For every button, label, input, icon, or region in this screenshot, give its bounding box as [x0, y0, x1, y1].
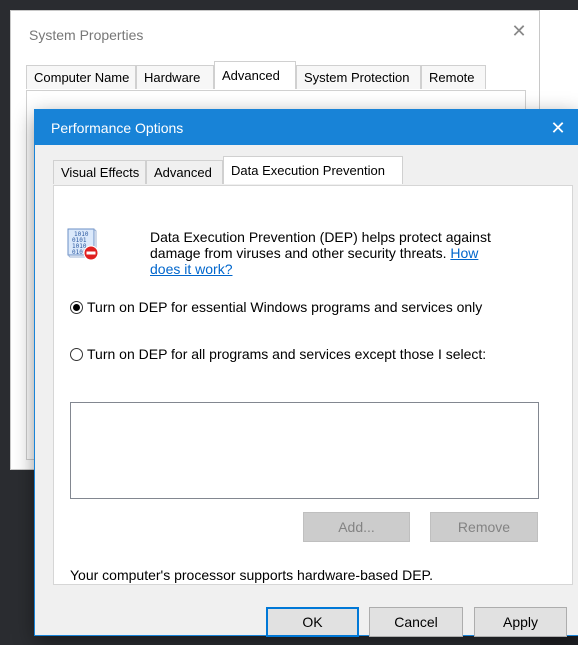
description-line-2: damage from viruses and other security t…: [150, 245, 447, 261]
tab-hardware[interactable]: Hardware: [136, 65, 214, 89]
desktop-background-top: [0, 0, 578, 10]
desktop-background-window: [540, 10, 578, 110]
tab-computer-name[interactable]: Computer Name: [26, 65, 136, 89]
dialog-title: Performance Options: [51, 120, 184, 136]
apply-button[interactable]: Apply: [474, 607, 567, 637]
radio-all-label: Turn on DEP for all programs and service…: [87, 346, 487, 362]
window-title: System Properties: [29, 27, 144, 43]
tab-advanced[interactable]: Advanced: [146, 160, 223, 184]
tab-system-protection[interactable]: System Protection: [296, 65, 421, 89]
desktop-background-left: [0, 0, 10, 645]
close-icon[interactable]: ✕: [509, 21, 529, 41]
description-line-1: Data Execution Prevention (DEP) helps pr…: [150, 229, 491, 245]
radio-essential[interactable]: [70, 300, 83, 314]
how-does-it-work-link[interactable]: How: [450, 245, 478, 261]
radio-essential-row[interactable]: Turn on DEP for essential Windows progra…: [70, 299, 482, 315]
tab-visual-effects[interactable]: Visual Effects: [53, 160, 146, 184]
tab-data-execution-prevention[interactable]: Data Execution Prevention: [223, 156, 403, 184]
add-button[interactable]: Add...: [303, 512, 410, 542]
close-icon[interactable]: ✕: [546, 116, 570, 140]
radio-all[interactable]: [70, 347, 83, 361]
dep-description: Data Execution Prevention (DEP) helps pr…: [150, 229, 540, 277]
ok-button[interactable]: OK: [266, 607, 359, 637]
radio-essential-label: Turn on DEP for essential Windows progra…: [87, 299, 483, 315]
excluded-programs-list[interactable]: [70, 402, 539, 499]
dep-support-status: Your computer's processor supports hardw…: [70, 567, 433, 583]
tab-remote[interactable]: Remote: [421, 65, 486, 89]
cancel-button[interactable]: Cancel: [369, 607, 463, 637]
how-does-it-work-link-continued[interactable]: does it work?: [150, 261, 232, 277]
performance-options-dialog: Performance Options ✕ Visual Effects Adv…: [35, 110, 578, 637]
remove-button[interactable]: Remove: [430, 512, 538, 542]
radio-all-row[interactable]: Turn on DEP for all programs and service…: [70, 346, 486, 362]
title-bar: Performance Options ✕: [35, 110, 578, 145]
tab-advanced[interactable]: Advanced: [214, 61, 296, 89]
dep-shield-icon: 1010 0101 1010 0101: [67, 228, 99, 261]
